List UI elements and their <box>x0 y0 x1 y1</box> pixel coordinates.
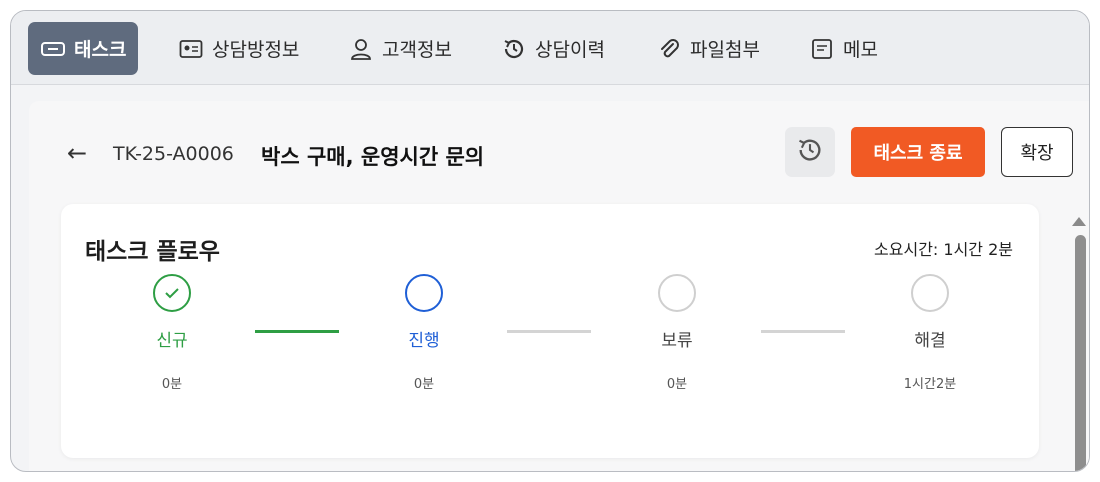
empty-circle-icon <box>911 274 949 312</box>
flow-step-in-progress: 진행 0분 <box>364 274 484 392</box>
elapsed-time: 소요시간: 1시간 2분 <box>874 240 1013 259</box>
scroll-up-arrow-icon[interactable] <box>1072 217 1086 226</box>
memo-icon <box>809 36 835 62</box>
tab-file-attach[interactable]: 파일첨부 <box>644 22 772 75</box>
app-window: 태스크 상담방정보 고객정보 상담이력 파일첨부 메모 ← TK-25-A000… <box>10 10 1090 472</box>
tab-memo[interactable]: 메모 <box>797 22 890 75</box>
tab-bar: 태스크 상담방정보 고객정보 상담이력 파일첨부 메모 <box>11 11 1089 85</box>
step-duration: 0분 <box>413 377 435 392</box>
step-label: 보류 <box>661 331 693 351</box>
ticket-icon <box>40 36 66 62</box>
flow-step-on-hold: 보류 0분 <box>617 274 737 392</box>
task-header: ← TK-25-A0006 박스 구매, 운영시간 문의 태스크 종료 확장 <box>29 101 1089 211</box>
step-label: 진행 <box>408 331 440 351</box>
end-task-button[interactable]: 태스크 종료 <box>851 127 985 177</box>
step-duration: 0분 <box>666 377 688 392</box>
step-label: 해결 <box>914 331 946 351</box>
progress-circle-icon <box>405 274 443 312</box>
history-icon <box>501 36 527 62</box>
tab-consult-room-info[interactable]: 상담방정보 <box>166 22 311 75</box>
flow-connector <box>507 330 591 333</box>
tab-label: 파일첨부 <box>690 39 760 61</box>
flow-connector <box>255 330 339 333</box>
task-panel: ← TK-25-A0006 박스 구매, 운영시간 문의 태스크 종료 확장 태… <box>29 101 1089 471</box>
tab-label: 태스크 <box>74 39 127 61</box>
task-id: TK-25-A0006 <box>113 143 234 165</box>
tab-label: 고객정보 <box>382 39 452 61</box>
scrollbar-thumb[interactable] <box>1075 235 1086 471</box>
step-duration: 1시간2분 <box>903 377 957 392</box>
history-button[interactable] <box>785 127 835 177</box>
flow-connector <box>761 330 845 333</box>
task-flow-card: 태스크 플로우 소요시간: 1시간 2분 신규 0분 진행 0분 보류 0분 해… <box>61 204 1039 458</box>
check-circle-icon <box>153 274 191 312</box>
back-arrow-icon[interactable]: ← <box>67 139 87 167</box>
empty-circle-icon <box>658 274 696 312</box>
step-duration: 0분 <box>161 377 183 392</box>
tab-label: 메모 <box>843 39 878 61</box>
task-title: 박스 구매, 운영시간 문의 <box>261 145 485 169</box>
step-label: 신규 <box>156 331 188 351</box>
tab-task[interactable]: 태스크 <box>28 22 139 75</box>
tab-customer-info[interactable]: 고객정보 <box>336 22 464 75</box>
flow-step-resolved: 해결 1시간2분 <box>870 274 990 392</box>
tab-consult-history[interactable]: 상담이력 <box>489 22 617 75</box>
paperclip-icon <box>656 36 682 62</box>
history-icon <box>796 136 824 168</box>
flow-step-new: 신규 0분 <box>112 274 232 392</box>
tab-label: 상담방정보 <box>212 39 300 61</box>
user-icon <box>348 36 374 62</box>
id-card-icon <box>178 36 204 62</box>
flow-title: 태스크 플로우 <box>85 239 220 265</box>
expand-button[interactable]: 확장 <box>1001 127 1073 177</box>
tab-label: 상담이력 <box>535 39 605 61</box>
